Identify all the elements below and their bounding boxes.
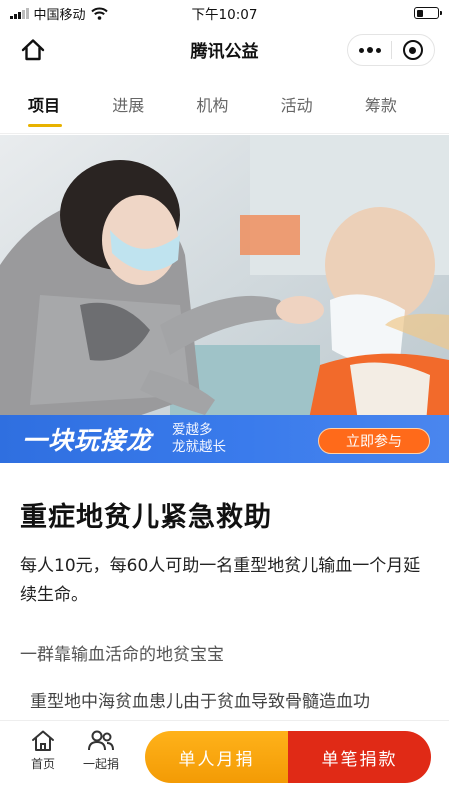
monthly-donate-button[interactable]: 单人月捐 (145, 731, 288, 783)
carrier-label: 中国移动 (33, 7, 86, 23)
hero-image (0, 135, 449, 463)
wifi-icon (90, 7, 108, 20)
active-tab-indicator (28, 124, 62, 127)
nav-together-label: 一起捐 (82, 757, 119, 771)
home-outline-icon (32, 730, 54, 751)
close-button[interactable] (392, 35, 434, 65)
banner-subtitle-line2: 龙就越长 (172, 439, 227, 455)
signal-icon (10, 7, 29, 19)
mini-program-close-icon (402, 40, 423, 60)
tab-bar: 项目 进展 机构 活动 筹款 (0, 72, 449, 134)
home-button[interactable] (20, 37, 46, 63)
project-description: 每人10元，每60人可助一名重型地贫儿输血一个月延续生命。 (20, 556, 421, 605)
promo-banner[interactable]: 一块玩接龙 爱越多 龙就越长 立即参与 (0, 415, 449, 463)
section-heading: 一群靠输血活命的地贫宝宝 (20, 645, 224, 665)
single-donate-button[interactable]: 单笔捐款 (288, 731, 431, 783)
project-content: 重症地贫儿紧急救助 每人10元，每60人可助一名重型地贫儿输血一个月延续生命。 … (20, 495, 429, 712)
banner-subtitle-line1: 爱越多 (172, 422, 213, 438)
tab-fundraise[interactable]: 筹款 (365, 90, 449, 116)
battery-level (416, 9, 423, 17)
status-time: 下午10:07 (191, 7, 258, 23)
nav-together[interactable]: 一起捐 (76, 729, 126, 772)
mini-program-capsule (347, 34, 435, 66)
bottom-action-bar: 首页 一起捐 单人月捐 单笔捐款 (0, 720, 449, 798)
tab-activity[interactable]: 活动 (281, 90, 365, 116)
status-right (414, 7, 442, 19)
home-icon (21, 39, 45, 61)
banner-subtitle: 爱越多 龙就越长 (172, 422, 226, 456)
join-now-button[interactable]: 立即参与 (318, 428, 430, 454)
hero-photo (0, 135, 449, 463)
nav-home[interactable]: 首页 (18, 729, 68, 772)
story-paragraph: 重型地中海贫血患儿由于贫血导致骨髓造血功 (30, 692, 370, 712)
banner-title: 一块玩接龙 (22, 426, 153, 455)
tab-organization[interactable]: 机构 (196, 90, 280, 116)
tab-project[interactable]: 项目 (28, 90, 112, 116)
people-icon (88, 730, 114, 751)
nav-home-label: 首页 (30, 757, 55, 771)
status-left: 中国移动 (10, 4, 108, 23)
battery-icon (414, 7, 442, 19)
more-button[interactable] (348, 35, 391, 65)
title-bar: 腾讯公益 (0, 26, 449, 72)
tab-progress[interactable]: 进展 (112, 90, 196, 116)
more-dots-icon (358, 47, 364, 53)
status-bar: 中国移动 下午10:07 (0, 0, 449, 26)
project-title: 重症地贫儿紧急救助 (20, 502, 272, 533)
